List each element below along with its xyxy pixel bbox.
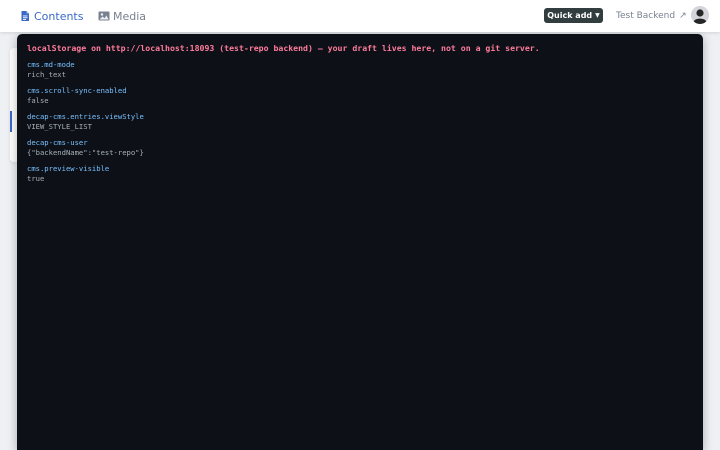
storage-entry: decap-cms-user {"backendName":"test-repo… — [27, 138, 144, 158]
quick-add-label: Quick add — [547, 11, 593, 20]
quick-add-button[interactable]: Quick add ▼ — [544, 8, 603, 23]
sidebar-active-indicator — [10, 111, 12, 132]
image-icon — [98, 10, 110, 22]
user-avatar-icon[interactable] — [691, 6, 709, 24]
storage-key: decap-cms-user — [27, 138, 88, 147]
nav-media-link[interactable]: Media — [98, 0, 146, 32]
localstorage-header: localStorage on http://localhost:18093 (… — [27, 43, 540, 53]
storage-value: false — [27, 96, 49, 105]
storage-entry: cms.scroll-sync-enabled false — [27, 86, 127, 106]
storage-key: cms.preview-visible — [27, 164, 110, 173]
nav-contents-label: Contents — [34, 9, 84, 23]
localstorage-panel: localStorage on http://localhost:18093 (… — [17, 34, 703, 450]
storage-entry: cms.preview-visible true — [27, 164, 109, 184]
storage-key: decap-cms.entries.viewStyle — [27, 112, 144, 121]
storage-entry: cms.md-mode rich_text — [27, 60, 75, 80]
nav-contents-link[interactable]: Contents — [19, 0, 83, 32]
storage-value: true — [27, 174, 45, 183]
test-backend-link[interactable]: Test Backend ↗ — [616, 0, 687, 32]
storage-key: cms.md-mode — [27, 60, 75, 69]
chevron-down-icon: ▼ — [595, 12, 600, 19]
app-header: Contents Media Quick add ▼ Test Backend … — [0, 0, 720, 32]
document-icon — [19, 10, 31, 22]
nav-media-label: Media — [113, 9, 147, 23]
storage-key: cms.scroll-sync-enabled — [27, 86, 127, 95]
storage-value: {"backendName":"test-repo"} — [27, 148, 144, 157]
external-link-icon: ↗ — [679, 11, 687, 21]
storage-value: rich_text — [27, 70, 66, 79]
storage-entry: decap-cms.entries.viewStyle VIEW_STYLE_L… — [27, 112, 144, 132]
backend-label: Test Backend — [616, 11, 676, 21]
storage-value: VIEW_STYLE_LIST — [27, 122, 92, 131]
